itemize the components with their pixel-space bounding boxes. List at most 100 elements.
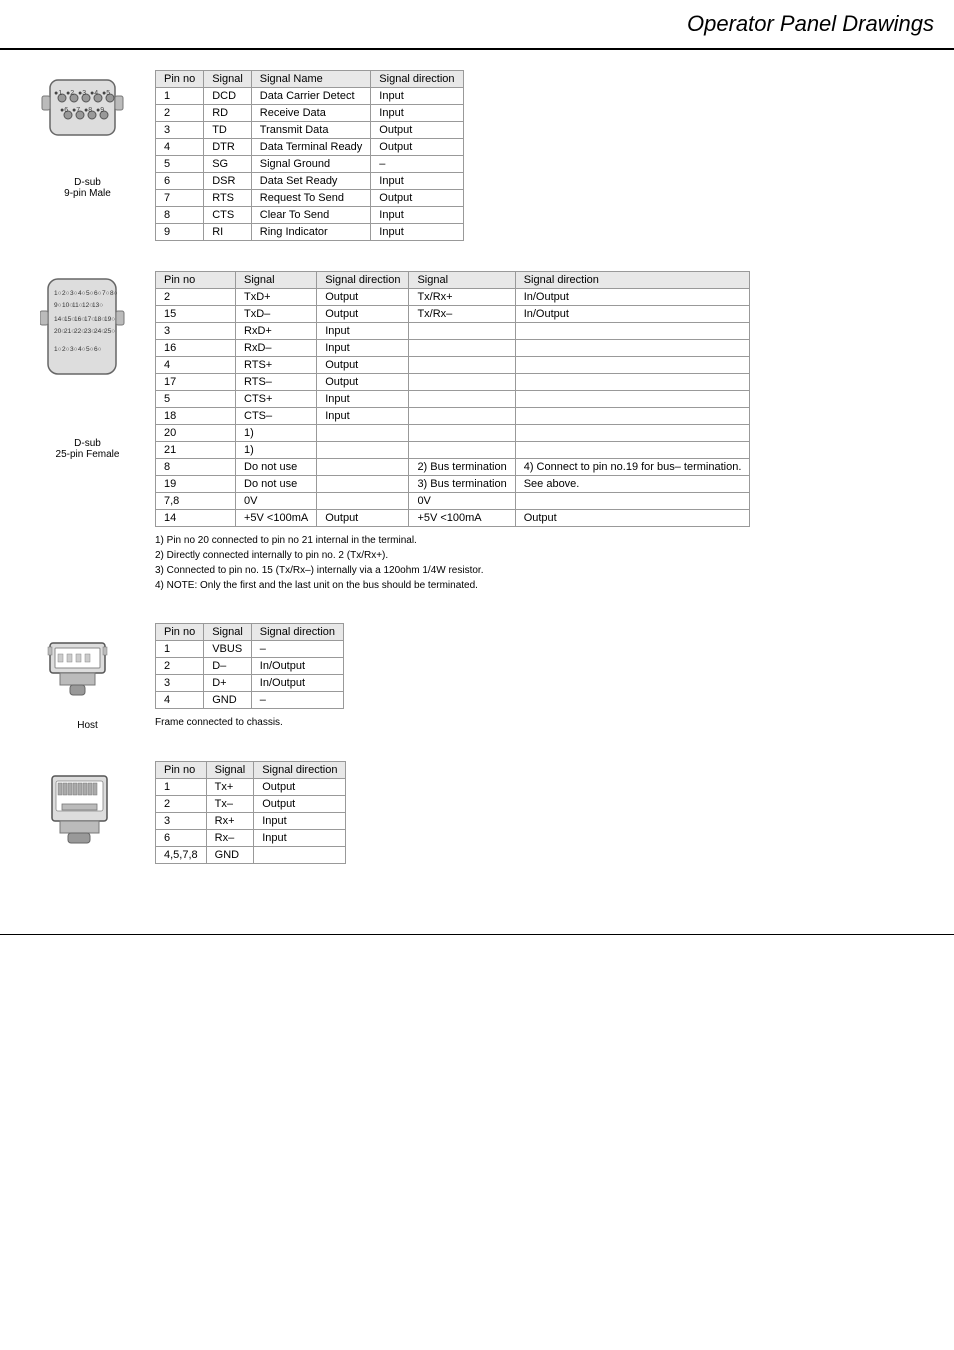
table-cell: Input: [371, 173, 463, 190]
table-cell: In/Output: [515, 289, 750, 306]
table-cell: [515, 340, 750, 357]
svg-text:3○: 3○: [70, 346, 78, 353]
table-cell: 4,5,7,8: [156, 847, 207, 864]
table-row: 2TxD+OutputTx/Rx+In/Output: [156, 289, 750, 306]
table-cell: [515, 323, 750, 340]
table-row: 2Tx–Output: [156, 796, 346, 813]
dsub25-connector-image: 1○ 2○ 3○ 4○ 5○ 6○ 7○ 8○ 9○ 10○ 11○ 12○ 1…: [40, 271, 135, 460]
section-dsub25: 1○ 2○ 3○ 4○ 5○ 6○ 7○ 8○ 9○ 10○ 11○ 12○ 1…: [40, 271, 914, 593]
usb-svg: [40, 623, 135, 713]
table-cell: Input: [317, 408, 409, 425]
svg-text:●4: ●4: [90, 90, 98, 97]
usb-table: Pin no Signal Signal direction 1VBUS–2D–…: [155, 623, 344, 709]
dsub25-table-container: Pin no Signal Signal direction Signal Si…: [155, 271, 750, 593]
table-cell: 2: [156, 105, 204, 122]
footer-line: [0, 934, 954, 939]
table-cell: 7: [156, 190, 204, 207]
table-cell: 4: [156, 139, 204, 156]
table-cell: Input: [371, 224, 463, 241]
table-cell: Rx+: [206, 813, 254, 830]
table-row: 9RIRing IndicatorInput: [156, 224, 464, 241]
table-cell: 4: [156, 692, 204, 709]
usb-table-container: Pin no Signal Signal direction 1VBUS–2D–…: [155, 623, 344, 730]
table-row: 18CTS–Input: [156, 408, 750, 425]
table-cell: 15: [156, 306, 236, 323]
table-cell: Rx–: [206, 830, 254, 847]
table-cell: 21: [156, 442, 236, 459]
table-row: 8Do not use2) Bus termination4) Connect …: [156, 459, 750, 476]
svg-text:●6: ●6: [60, 107, 68, 114]
table-cell: 5: [156, 391, 236, 408]
col-pin-no: Pin no: [156, 762, 207, 779]
table-row: 16RxD–Input: [156, 340, 750, 357]
svg-text:25○: 25○: [104, 328, 115, 335]
table-cell: VBUS: [204, 641, 252, 658]
table-row: 3D+In/Output: [156, 675, 344, 692]
table-cell: In/Output: [515, 306, 750, 323]
table-cell: 3: [156, 323, 236, 340]
usb-label: Host: [40, 720, 135, 731]
table-cell: [254, 847, 346, 864]
dsub9-table-container: Pin no Signal Signal Name Signal directi…: [155, 70, 464, 241]
table-cell: [317, 476, 409, 493]
page: Operator Panel Drawings: [0, 0, 954, 1350]
table-cell: 17: [156, 374, 236, 391]
table-cell: Transmit Data: [251, 122, 371, 139]
table-cell: 8: [156, 207, 204, 224]
table-cell: Input: [371, 207, 463, 224]
table-row: 6DSRData Set ReadyInput: [156, 173, 464, 190]
table-row: 19Do not use3) Bus terminationSee above.: [156, 476, 750, 493]
rj-svg: [40, 761, 135, 861]
table-cell: CTS: [204, 207, 252, 224]
table-cell: See above.: [515, 476, 750, 493]
svg-text:9○: 9○: [54, 302, 62, 309]
table-row: 6Rx–Input: [156, 830, 346, 847]
table-cell: 0V: [236, 493, 317, 510]
table-cell: 20: [156, 425, 236, 442]
table-cell: Input: [317, 323, 409, 340]
dsub25-label: D-sub25-pin Female: [40, 438, 135, 460]
page-title: Operator Panel Drawings: [687, 11, 934, 37]
table-cell: [515, 493, 750, 510]
svg-text:2○: 2○: [62, 346, 70, 353]
table-cell: [409, 357, 515, 374]
svg-text:●2: ●2: [66, 90, 74, 97]
table-row: 2D–In/Output: [156, 658, 344, 675]
table-cell: Input: [254, 830, 346, 847]
svg-text:19○: 19○: [104, 316, 115, 323]
table-cell: RxD–: [236, 340, 317, 357]
rj-connector-image: [40, 761, 135, 864]
svg-text:6○: 6○: [94, 290, 102, 297]
table-cell: CTS–: [236, 408, 317, 425]
header: Operator Panel Drawings: [0, 0, 954, 50]
table-row: 1VBUS–: [156, 641, 344, 658]
table-cell: 6: [156, 830, 207, 847]
dsub25-table: Pin no Signal Signal direction Signal Si…: [155, 271, 750, 527]
table-cell: 2: [156, 796, 207, 813]
table-cell: Input: [317, 391, 409, 408]
table-row: 4,5,7,8GND: [156, 847, 346, 864]
svg-text:5○: 5○: [86, 346, 94, 353]
table-cell: Tx+: [206, 779, 254, 796]
table-cell: GND: [204, 692, 252, 709]
table-row: 7,80V0V: [156, 493, 750, 510]
table-row: 14+5V <100mAOutput+5V <100mAOutput: [156, 510, 750, 527]
table-cell: Output: [254, 796, 346, 813]
table-cell: Output: [317, 357, 409, 374]
note-item: 1) Pin no 20 connected to pin no 21 inte…: [155, 533, 750, 548]
table-row: 4GND–: [156, 692, 344, 709]
table-cell: +5V <100mA: [236, 510, 317, 527]
table-cell: Output: [371, 122, 463, 139]
table-row: 3Rx+Input: [156, 813, 346, 830]
table-cell: –: [251, 692, 343, 709]
table-cell: 1): [236, 425, 317, 442]
svg-text:8○: 8○: [110, 290, 118, 297]
table-row: 201): [156, 425, 750, 442]
table-cell: 2: [156, 289, 236, 306]
table-cell: –: [371, 156, 463, 173]
table-cell: Signal Ground: [251, 156, 371, 173]
table-cell: [515, 425, 750, 442]
table-cell: TxD–: [236, 306, 317, 323]
table-cell: 1: [156, 779, 207, 796]
svg-text:2○: 2○: [62, 290, 70, 297]
